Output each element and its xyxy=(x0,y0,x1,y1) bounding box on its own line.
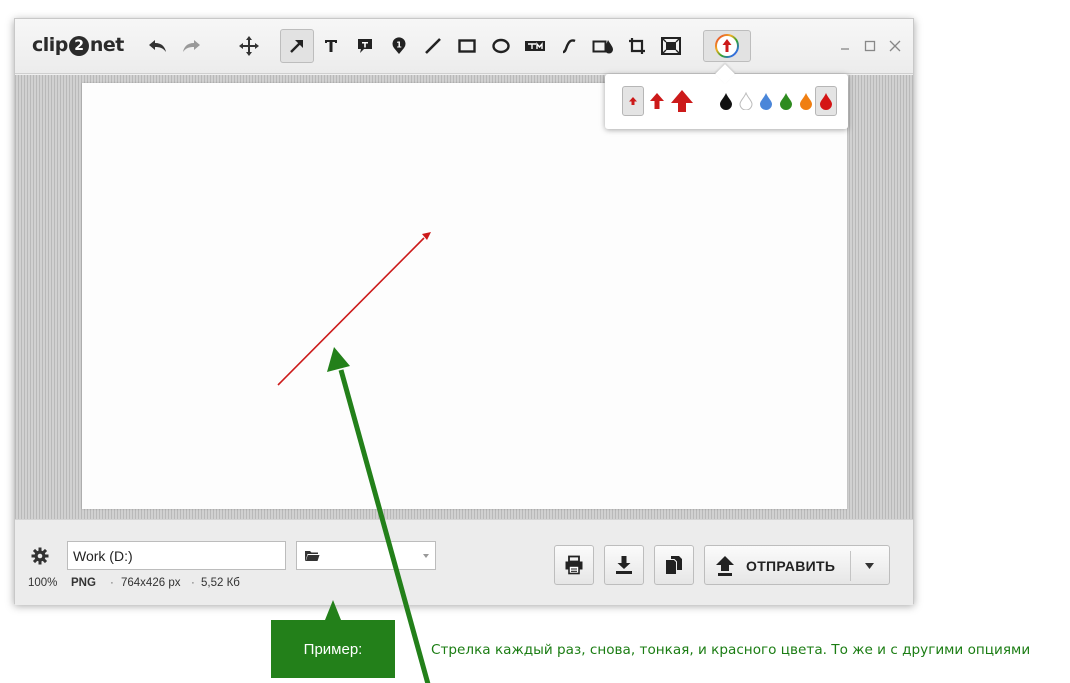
folder-icon xyxy=(305,551,320,561)
callout-icon[interactable] xyxy=(348,29,382,63)
info-separator: · xyxy=(191,577,195,589)
maximize-icon[interactable] xyxy=(863,39,877,53)
resize-icon[interactable] xyxy=(654,29,688,63)
arrow-style-icon[interactable] xyxy=(703,30,751,62)
copy-button[interactable] xyxy=(654,545,694,585)
folder-select[interactable] xyxy=(296,541,436,570)
save-path-input[interactable] xyxy=(67,541,286,570)
number-marker-icon[interactable]: 1 xyxy=(382,29,416,63)
move-icon[interactable] xyxy=(232,29,266,63)
arrow-size-large[interactable] xyxy=(670,86,694,116)
arrow-tool-icon[interactable] xyxy=(280,29,314,63)
app-logo: clip 2 net xyxy=(32,34,124,56)
image-dimensions: 764x426 px xyxy=(121,577,181,589)
divider xyxy=(850,551,851,581)
crop-icon[interactable] xyxy=(620,29,654,63)
printer-icon xyxy=(565,555,583,575)
annotation-note: Стрелка каждый раз, снова, тонкая, и кра… xyxy=(431,642,1031,658)
ellipse-icon[interactable] xyxy=(484,29,518,63)
gear-icon[interactable] xyxy=(31,547,49,565)
chevron-down-icon xyxy=(423,554,429,558)
example-label: Пример: xyxy=(271,620,395,678)
download-button[interactable] xyxy=(604,545,644,585)
color-drop-blue[interactable] xyxy=(755,86,777,116)
text-icon[interactable] xyxy=(314,29,348,63)
minimize-icon[interactable] xyxy=(838,39,852,53)
example-callout-tip xyxy=(325,600,341,620)
arrow-size-small[interactable] xyxy=(622,86,644,116)
close-icon[interactable] xyxy=(888,39,902,53)
send-button[interactable]: ОТПРАВИТЬ xyxy=(704,545,890,585)
color-drop-black[interactable] xyxy=(715,86,737,116)
drawn-red-arrow[interactable] xyxy=(82,83,847,509)
svg-text:1: 1 xyxy=(396,41,402,50)
arrow-style-popup xyxy=(605,64,848,129)
print-button[interactable] xyxy=(554,545,594,585)
rectangle-icon[interactable] xyxy=(450,29,484,63)
info-separator: · xyxy=(110,577,114,589)
color-drop-red[interactable] xyxy=(815,86,837,116)
upload-icon xyxy=(716,556,734,576)
freehand-icon[interactable] xyxy=(552,29,586,63)
blur-icon[interactable] xyxy=(586,29,620,63)
bottom-panel: 100% PNG · 764x426 px · 5,52 Кб xyxy=(15,519,913,605)
download-icon xyxy=(616,556,632,574)
copy-icon xyxy=(666,556,682,574)
canvas-area xyxy=(15,75,913,519)
redo-icon[interactable] xyxy=(174,29,208,63)
line-icon[interactable] xyxy=(416,29,450,63)
color-drop-white[interactable] xyxy=(735,86,757,116)
undo-icon[interactable] xyxy=(141,29,175,63)
send-label: ОТПРАВИТЬ xyxy=(746,558,836,574)
image-canvas[interactable] xyxy=(82,83,847,509)
watermark-icon[interactable] xyxy=(518,29,552,63)
chevron-down-icon[interactable] xyxy=(864,562,875,570)
color-drop-green[interactable] xyxy=(775,86,797,116)
zoom-level: 100% xyxy=(28,577,58,589)
toolbar: clip 2 net 1 xyxy=(15,19,913,74)
color-drop-orange[interactable] xyxy=(795,86,817,116)
arrow-size-medium[interactable] xyxy=(646,86,668,116)
file-size: 5,52 Кб xyxy=(201,577,240,589)
file-format: PNG xyxy=(71,577,96,589)
